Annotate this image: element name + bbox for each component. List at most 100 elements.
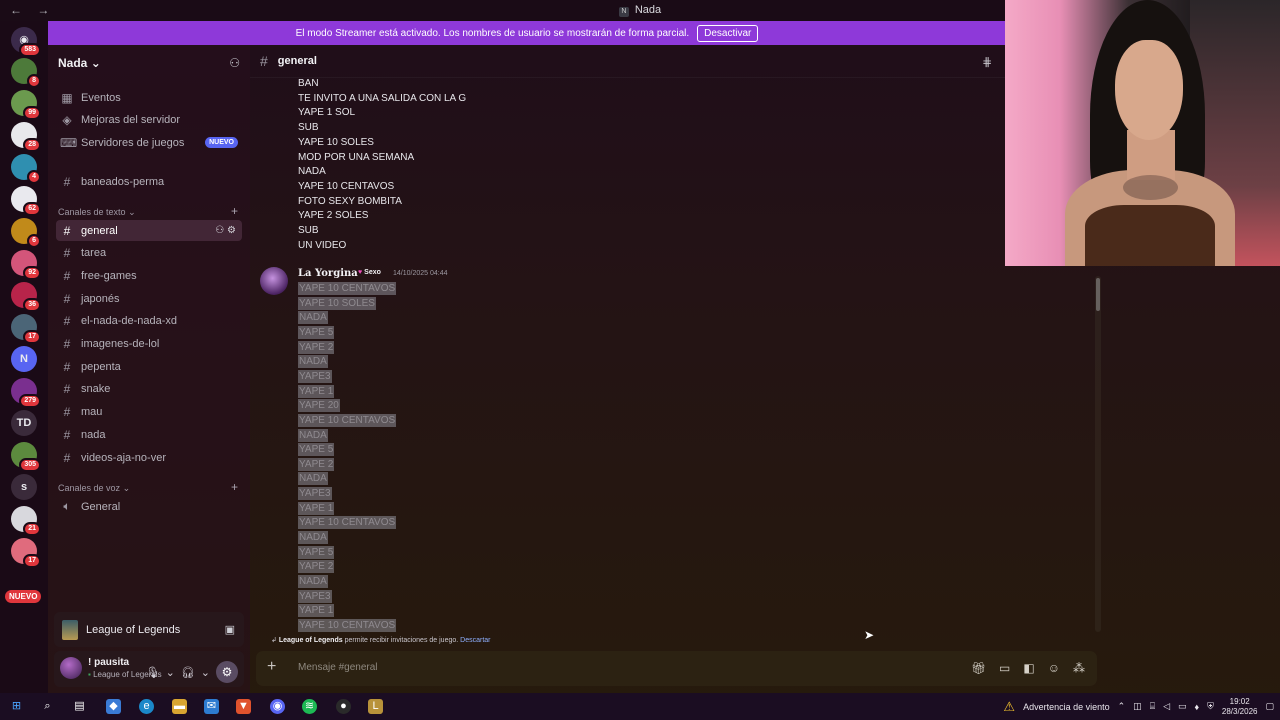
channel-label: japonés bbox=[81, 292, 120, 305]
server-icon[interactable]: 21 bbox=[11, 506, 41, 536]
notifications-icon[interactable]: ▢ bbox=[1265, 701, 1274, 712]
channel-el-nada-de-nada-xd[interactable]: # el-nada-de-nada-xd bbox=[56, 311, 242, 332]
channel-free-games[interactable]: # free-games bbox=[56, 265, 242, 286]
channel-tarea[interactable]: # tarea bbox=[56, 243, 242, 264]
mentions-badge: 28 bbox=[23, 138, 41, 152]
server-icon[interactable]: 62 bbox=[11, 186, 41, 216]
sidebar-item-boosts[interactable]: ◈ Mejoras del servidor bbox=[56, 109, 242, 130]
avatar[interactable] bbox=[260, 267, 288, 295]
chevron-down-icon: ⌄ bbox=[128, 207, 136, 217]
microphone-icon[interactable]: ♦ bbox=[1195, 702, 1200, 712]
text-category-header[interactable]: Canales de texto ⌄ bbox=[58, 207, 136, 218]
sidebar-item-game-servers[interactable]: ⌨ Servidores de juegos NUEVO bbox=[56, 132, 242, 153]
server-logo-icon: N bbox=[618, 7, 629, 17]
edge-icon[interactable]: e bbox=[139, 699, 154, 714]
task-view-icon[interactable]: ▤ bbox=[72, 699, 87, 714]
league-of-legends-icon[interactable]: L bbox=[368, 699, 383, 714]
chevron-down-icon: ⌄ bbox=[122, 483, 131, 493]
channel-nada[interactable]: # nada bbox=[56, 424, 242, 445]
server-icon[interactable]: TD bbox=[11, 410, 37, 436]
volume-icon[interactable]: ◁ bbox=[1163, 701, 1170, 712]
apps-icon[interactable]: ⁂ bbox=[1073, 661, 1085, 675]
sidebar-item-label: Mejoras del servidor bbox=[81, 113, 181, 126]
chevron-down-icon[interactable]: ⌄ bbox=[201, 666, 210, 679]
selected-message-line: YAPE 2 bbox=[298, 457, 335, 471]
add-text-channel-icon[interactable]: + bbox=[231, 204, 238, 218]
add-member-icon[interactable]: ⚇ bbox=[229, 56, 240, 70]
home-discord-icon[interactable]: ◉ 583 bbox=[11, 27, 41, 57]
server-icon[interactable]: 279 bbox=[11, 378, 41, 408]
server-icon[interactable]: 6 bbox=[11, 218, 41, 248]
battery-icon[interactable]: ▭ bbox=[1178, 701, 1187, 712]
disable-streamer-button[interactable]: Desactivar bbox=[697, 24, 759, 42]
message-input[interactable]: Mensaje #general bbox=[298, 662, 378, 673]
chevron-up-icon[interactable]: ⌃ bbox=[1118, 701, 1126, 712]
server-icon[interactable]: s bbox=[11, 474, 37, 500]
sticker-icon[interactable]: ◧ bbox=[1023, 661, 1034, 675]
discord-icon[interactable]: ◉ bbox=[270, 699, 285, 714]
invite-icon[interactable]: ⚇ bbox=[215, 225, 227, 236]
server-icon[interactable]: 99 bbox=[11, 90, 41, 120]
dismiss-link[interactable]: Descartar bbox=[460, 637, 490, 644]
shield-icon[interactable]: ⛨ bbox=[1207, 701, 1214, 712]
server-icon[interactable]: 17 bbox=[11, 538, 41, 568]
channel-japonés[interactable]: # japonés bbox=[56, 288, 242, 309]
message-author[interactable]: La Yorgina bbox=[298, 268, 358, 279]
server-icon[interactable]: 8 bbox=[11, 58, 41, 88]
add-voice-channel-icon[interactable]: + bbox=[231, 480, 238, 494]
gif-icon[interactable]: ▭ bbox=[999, 661, 1010, 675]
weather-text[interactable]: Advertencia de viento bbox=[1023, 702, 1110, 712]
voice-channel-general[interactable]: 🔈︎ General bbox=[56, 496, 242, 517]
hash-icon: # bbox=[63, 450, 71, 465]
mail-icon[interactable]: ✉ bbox=[204, 699, 219, 714]
channel-label: imagenes-de-lol bbox=[81, 338, 160, 350]
channel-videos-aja-no-ver[interactable]: # videos-aja-no-ver bbox=[56, 447, 242, 468]
channel-imagenes-de-lol[interactable]: # imagenes-de-lol bbox=[56, 334, 242, 355]
server-icon[interactable]: 28 bbox=[11, 122, 41, 152]
guild-name-dropdown[interactable]: Nada ⌄ bbox=[58, 56, 101, 70]
threads-icon[interactable]: ⋕ bbox=[982, 55, 992, 69]
obs-icon[interactable]: ● bbox=[336, 699, 351, 714]
share-screen-icon[interactable]: ▣ bbox=[225, 623, 235, 636]
gear-icon[interactable]: ⚙ bbox=[216, 661, 238, 683]
message-composer[interactable]: + Mensaje #general 🎁︎ ▭ ◧ ☺ ⁂ bbox=[256, 651, 1097, 686]
sidebar-item-events[interactable]: ▦ Eventos bbox=[56, 87, 242, 108]
emoji-icon[interactable]: ☺ bbox=[1048, 661, 1060, 675]
channel-mau[interactable]: # mau bbox=[56, 402, 242, 423]
app-tray-icon[interactable]: ◫ bbox=[1133, 701, 1142, 712]
channel-baneados-perma[interactable]: # baneados-perma bbox=[56, 171, 242, 192]
voice-category-header[interactable]: Canales de voz ⌄ bbox=[58, 483, 130, 494]
hash-icon: # bbox=[63, 427, 71, 442]
microphone-icon[interactable]: 🎙︎ bbox=[146, 666, 160, 679]
mentions-badge: 17 bbox=[23, 330, 41, 344]
scroll-thumb[interactable] bbox=[1096, 278, 1100, 311]
spotify-icon[interactable]: ≋ bbox=[302, 699, 317, 714]
chevron-down-icon[interactable]: ⌄ bbox=[166, 666, 175, 679]
gear-icon[interactable]: ⚙ bbox=[227, 225, 236, 236]
search-icon[interactable]: ⌕ bbox=[40, 699, 55, 714]
network-icon[interactable]: ⌸ bbox=[1150, 701, 1155, 712]
avatar[interactable] bbox=[60, 657, 82, 679]
server-icon[interactable]: 92 bbox=[11, 250, 41, 280]
headphones-icon[interactable]: 🎧︎ bbox=[181, 666, 195, 679]
new-badge[interactable]: NUEVO bbox=[5, 590, 42, 603]
copilot-icon[interactable]: ◆ bbox=[106, 699, 121, 714]
channel-pepenta[interactable]: # pepenta bbox=[56, 356, 242, 377]
activity-panel[interactable]: League of Legends ▣ bbox=[54, 612, 244, 647]
selected-message-line: NADA bbox=[298, 575, 328, 588]
channel-snake[interactable]: # snake bbox=[56, 379, 242, 400]
brave-icon[interactable]: ▼ bbox=[236, 699, 251, 714]
server-icon[interactable]: 36 bbox=[11, 282, 41, 312]
chat-scrollbar[interactable] bbox=[1095, 276, 1101, 632]
server-icon[interactable]: 305 bbox=[11, 442, 41, 472]
gift-icon[interactable]: 🎁︎ bbox=[971, 661, 986, 675]
warning-icon[interactable]: ⚠ bbox=[1003, 699, 1015, 715]
server-icon[interactable]: N bbox=[11, 346, 37, 372]
add-attachment-icon[interactable]: + bbox=[267, 658, 276, 676]
channel-general[interactable]: # general ⚇ ⚙ bbox=[56, 220, 242, 241]
start-icon[interactable]: ⊞ bbox=[9, 699, 24, 714]
clock[interactable]: 19:02 28/3/2026 bbox=[1222, 697, 1258, 717]
file-explorer-icon[interactable]: ▬ bbox=[172, 699, 187, 714]
server-icon[interactable]: 4 bbox=[11, 154, 41, 184]
server-icon[interactable]: 17 bbox=[11, 314, 41, 344]
